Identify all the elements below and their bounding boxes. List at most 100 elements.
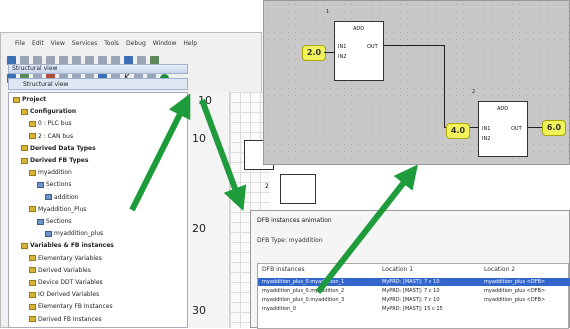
add-block-2[interactable]: ADD IN1 IN2 OUT xyxy=(478,101,528,157)
output-variable[interactable]: 6.0 xyxy=(542,120,566,136)
input-variable[interactable]: 4.0 xyxy=(446,123,470,139)
block-name: ADD xyxy=(497,106,509,112)
block-number: 2 xyxy=(265,183,269,190)
tree-item[interactable]: Myaddition_Plus xyxy=(29,205,86,214)
tree-item[interactable]: Configuration xyxy=(21,107,76,116)
menu-edit[interactable]: Edit xyxy=(32,40,44,47)
wire xyxy=(324,52,334,53)
column-header[interactable]: Location 1 xyxy=(382,266,413,273)
table-cell: myaddition_0 xyxy=(262,306,296,312)
tree-item[interactable]: Project xyxy=(13,95,46,104)
tree-item-label: Derived FB Types xyxy=(30,157,89,164)
folder-icon xyxy=(29,303,36,310)
folder-icon xyxy=(29,169,36,176)
folder-icon xyxy=(29,279,36,286)
input-variable[interactable]: 2.0 xyxy=(302,45,326,61)
input-label: IN2 xyxy=(482,136,491,142)
tree-item-label: Sections xyxy=(46,218,72,225)
table-cell: myaddition_plus <DFB> xyxy=(484,297,546,303)
input-label: IN1 xyxy=(338,44,347,50)
tree-item[interactable]: Sections xyxy=(37,180,71,189)
tree-item[interactable]: Device DDT Variables xyxy=(29,278,103,287)
instances-table[interactable]: DFB instances Location 1 Location 2 myad… xyxy=(257,263,570,329)
table-cell: myaddition_plus_0.myaddition_3 xyxy=(262,297,345,303)
tree-item-label: Myaddition_Plus xyxy=(38,205,87,213)
row-ruler: 10 10 20 30 xyxy=(188,92,230,328)
tree-item[interactable]: myaddition_plus xyxy=(45,229,103,238)
table-cell: MyPRD: [MAST]: 7 c 10 xyxy=(382,279,440,285)
tree-item[interactable]: Sections xyxy=(37,217,71,226)
tree-item[interactable]: Derived Data Types xyxy=(21,144,96,153)
tree-item-label: Elementary FB Instances xyxy=(38,303,113,311)
input-label: IN2 xyxy=(338,54,347,60)
tree-item-label: Configuration xyxy=(30,108,77,116)
tree-item[interactable]: Derived FB Instances xyxy=(29,315,102,324)
project-tree[interactable]: Project Configuration 0 : PLC bus 2 : CAN b… xyxy=(8,92,188,328)
tree-item-label: Derived Variables xyxy=(38,266,91,274)
function-block[interactable]: 2 xyxy=(265,174,316,204)
tree-item[interactable]: Derived Variables xyxy=(29,266,91,275)
table-row[interactable]: myaddition_0 MyPRD: [MAST]: 15 c 15 xyxy=(258,305,570,313)
table-cell: myaddition_plus <DFB> xyxy=(484,279,546,285)
folder-icon xyxy=(29,133,36,140)
table-cell: MyPRD: [MAST]: 7 c 10 xyxy=(382,288,440,294)
tree-item-label: 0 : PLC bus xyxy=(38,120,72,128)
table-cell: MyPRD: [MAST]: 15 c 15 xyxy=(382,306,443,312)
ruler-number: 20 xyxy=(192,222,206,235)
add-block-1[interactable]: ADD IN1 IN2 OUT xyxy=(334,21,384,81)
tree-panel-title: Structural view xyxy=(8,64,188,74)
wire xyxy=(384,45,444,46)
tree-item[interactable]: 2 : CAN bus xyxy=(29,132,73,141)
folder-icon xyxy=(21,108,28,115)
folder-icon xyxy=(29,206,36,213)
menu-file[interactable]: File xyxy=(15,40,25,47)
menu-tools[interactable]: Tools xyxy=(104,40,119,47)
tree-item[interactable]: 0 : PLC bus xyxy=(29,119,71,128)
tree-item[interactable]: IO Derived Variables xyxy=(29,290,99,299)
tree-item[interactable]: Derived FB Types xyxy=(21,156,88,165)
folder-icon xyxy=(21,242,28,249)
ruler-number: 10 xyxy=(192,132,206,145)
wire xyxy=(444,45,445,127)
folder-icon xyxy=(29,291,36,298)
menu-debug[interactable]: Debug xyxy=(126,40,146,47)
tree-item-label: Project xyxy=(22,96,47,103)
tree-item-label: 2 : CAN bus xyxy=(38,132,74,140)
table-row[interactable]: myaddition_plus_0.myaddition_2 MyPRD: [MA… xyxy=(258,287,570,295)
menu-view[interactable]: View xyxy=(51,40,65,47)
table-row[interactable]: myaddition_plus_0.myaddition_3 MyPRD: [MA… xyxy=(258,296,570,304)
tree-item[interactable]: myaddition xyxy=(29,168,72,177)
output-label: OUT xyxy=(367,44,378,50)
tree-item-label: IO Derived Variables xyxy=(38,291,100,299)
tree-item[interactable]: Elementary Variables xyxy=(29,254,102,263)
folder-icon xyxy=(45,194,52,201)
menu-window[interactable]: Window xyxy=(153,40,177,47)
tree-item-label: Elementary Variables xyxy=(38,254,102,262)
folder-icon xyxy=(21,157,28,164)
tree-item-label: addition xyxy=(54,193,79,201)
ruler-number: 30 xyxy=(192,304,206,317)
tree-root-header[interactable]: Structural view xyxy=(8,78,188,90)
table-cell: myaddition_plus_0.myaddition_1 xyxy=(262,279,345,285)
folder-icon xyxy=(29,120,36,127)
tree-item-label: Variables & FB instances xyxy=(30,242,114,250)
block-number: 1 xyxy=(326,9,330,15)
folder-icon xyxy=(37,181,44,188)
menu-help[interactable]: Help xyxy=(183,40,197,47)
tree-item-label: Derived Data Types xyxy=(30,144,96,152)
tree-item-label: Sections xyxy=(46,181,72,189)
column-header[interactable]: DFB instances xyxy=(262,266,305,273)
tree-item[interactable]: Variables & FB instances xyxy=(21,241,114,250)
table-row[interactable]: myaddition_plus_0.myaddition_1 MyPRD: [MA… xyxy=(258,278,570,286)
column-header[interactable]: Location 2 xyxy=(484,266,515,273)
dialog-title: DFB instances animation xyxy=(257,217,332,224)
menu-services[interactable]: Services xyxy=(72,40,97,47)
table-cell: MyPRD: [MAST]: 7 c 10 xyxy=(382,297,440,303)
tree-item[interactable]: Elementary FB Instances xyxy=(29,302,113,311)
dfb-type-label: DFB Type: myaddition xyxy=(257,237,323,244)
tree-item[interactable]: addition xyxy=(45,193,78,202)
input-label: IN1 xyxy=(482,126,491,132)
ruler-number: 10 xyxy=(198,94,212,107)
menu-bar: File Edit View Services Tools Debug Wind… xyxy=(1,37,263,49)
fbd-canvas[interactable]: ADD IN1 IN2 OUT 1 2.0 ADD IN1 IN2 OUT 2 … xyxy=(263,0,570,165)
